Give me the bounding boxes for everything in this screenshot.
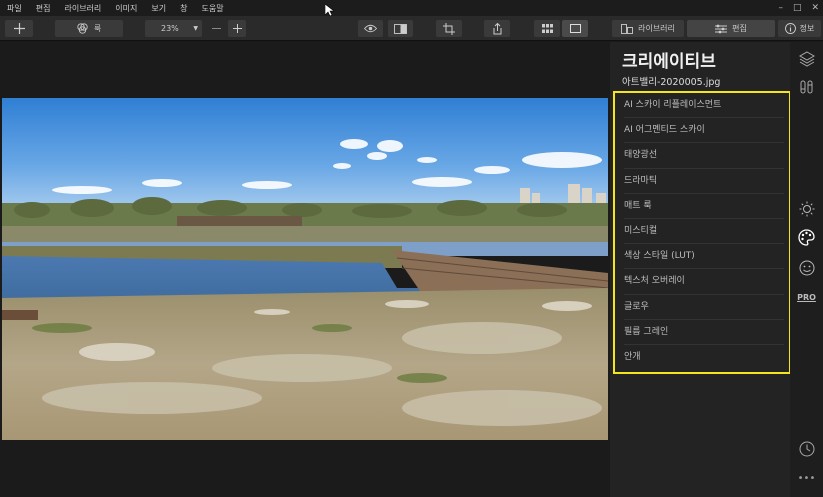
menu-window[interactable]: 창 [173,3,194,14]
looks-label: 룩 [93,24,102,33]
maximize-icon[interactable]: □ [793,3,802,13]
tab-edit-label: 편집 [732,24,747,33]
zoom-out-button[interactable] [205,20,227,37]
sun-icon [799,201,814,216]
add-button[interactable] [5,20,33,37]
filter-glow[interactable]: 글로우 [624,295,784,320]
filter-matte-look[interactable]: 매트 룩 [624,194,784,219]
filter-dramatic[interactable]: 드라마틱 [624,169,784,194]
filter-color-styles-lut[interactable]: 색상 스타일 (LUT) [624,244,784,270]
tab-info-label: 정보 [799,24,815,33]
tab-library[interactable]: 라이브러리 [612,20,684,37]
share-button[interactable] [484,20,510,37]
creative-button[interactable] [798,229,815,246]
image-canvas[interactable] [0,42,610,497]
more-icon[interactable]: ••• [798,470,816,487]
filter-fog[interactable]: 안개 [624,345,784,370]
filter-sunrays[interactable]: 태양광선 [624,143,784,169]
sun-button[interactable] [798,200,815,217]
portrait-button[interactable] [798,259,815,276]
menu-view[interactable]: 보기 [144,3,173,14]
tab-library-label: 라이브러리 [638,24,675,33]
layers-icon [798,50,815,67]
filter-mystical[interactable]: 미스티컬 [624,219,784,245]
grid-view-button[interactable] [534,20,560,37]
zoom-value: 23% [161,24,179,33]
filter-list: AI 스카이 리플레이스먼트 AI 어그멘티드 스카이 태양광선 드라마틱 매트… [613,91,791,374]
looks-button[interactable]: 룩 [55,20,123,37]
compare-button[interactable] [388,20,413,37]
close-icon[interactable]: ✕ [811,3,819,13]
history-button[interactable] [798,440,815,457]
window-controls: – □ ✕ [778,0,819,16]
crop-button[interactable] [436,20,462,37]
single-view-icon [569,24,581,33]
tab-info[interactable]: 정보 [778,20,821,37]
plus-icon [13,23,25,34]
pro-button[interactable]: PRO [797,289,816,306]
looks-icon [77,23,88,34]
menu-image[interactable]: 이미지 [108,3,144,14]
palette-icon [798,229,815,246]
library-icon [621,23,634,34]
plus-icon [232,24,242,33]
filter-film-grain[interactable]: 필름 그레인 [624,320,784,345]
file-name: 아트밸리-2020005.jpg [622,77,721,88]
menu-help[interactable]: 도움말 [194,3,230,14]
single-view-button[interactable] [562,20,588,37]
menu-bar: 파일 편집 라이브러리 이미지 보기 창 도움말 [0,0,823,16]
chevron-down-icon: ▼ [193,25,198,32]
share-icon [493,22,501,34]
filter-texture-overlay[interactable]: 텍스처 오버레이 [624,269,784,295]
tab-edit[interactable]: 편집 [687,20,775,37]
crop-icon [443,22,455,35]
eye-icon [364,24,377,33]
face-icon [799,260,814,275]
zoom-in-button[interactable] [228,20,246,37]
menu-file[interactable]: 파일 [0,3,29,14]
tool-rail: PRO ••• [790,42,823,497]
minus-icon [211,28,221,29]
creative-panel: 크리에이티브 아트밸리-2020005.jpg AI 스카이 리플레이스먼트 A… [610,42,791,497]
split-view-icon [394,23,407,34]
minimize-icon[interactable]: – [778,3,783,13]
preview-button[interactable] [358,20,383,37]
essentials-button[interactable] [798,78,815,95]
essentials-icon [800,80,812,93]
filter-ai-augmented-sky[interactable]: AI 어그멘티드 스카이 [624,118,784,144]
menu-library[interactable]: 라이브러리 [57,3,108,14]
layers-button[interactable] [798,50,815,67]
grid-icon [541,24,553,33]
toolbar: 룩 23% ▼ 라이브러리 편집 정보 [0,16,823,41]
landscape-photo [2,98,608,440]
clock-icon [799,441,814,456]
photo-preview[interactable] [2,98,608,440]
filter-ai-sky-replacement[interactable]: AI 스카이 리플레이스먼트 [624,93,784,119]
menu-edit[interactable]: 편집 [29,3,58,14]
info-icon [784,23,796,34]
zoom-select[interactable]: 23% ▼ [145,20,202,37]
panel-title: 크리에이티브 [622,52,716,72]
sliders-icon [715,24,728,33]
